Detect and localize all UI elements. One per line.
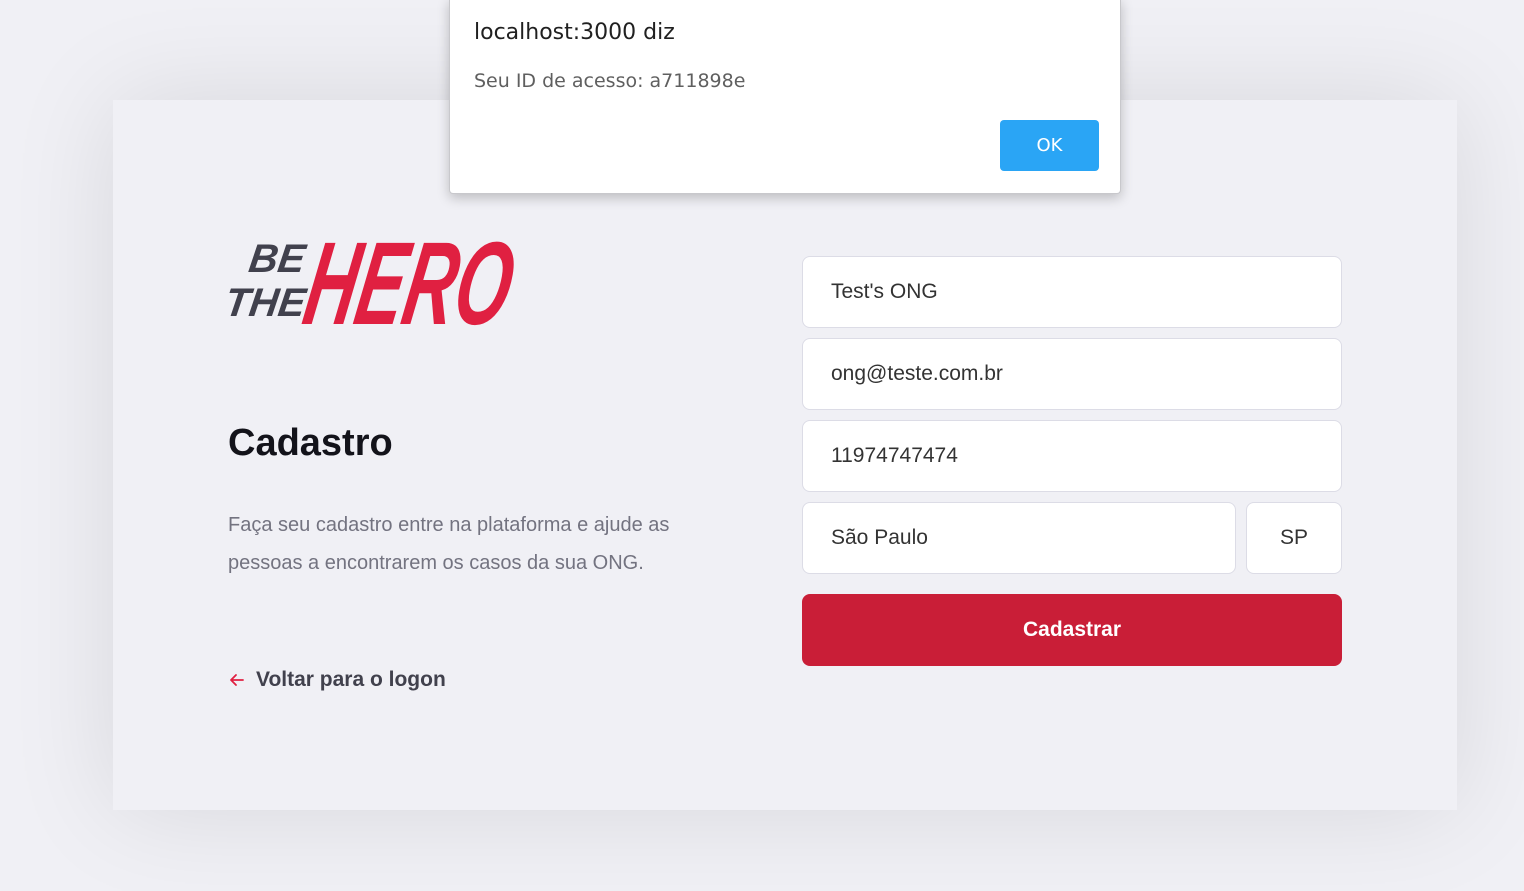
city-input[interactable] [802,502,1236,574]
back-to-logon-link[interactable]: Voltar para o logon [228,668,446,692]
location-group [802,502,1342,584]
alert-dialog: localhost:3000 diz Seu ID de acesso: a71… [449,0,1121,194]
logo-line-be: BE [246,236,309,281]
logo-line-the: THE [228,280,310,325]
register-button[interactable]: Cadastrar [802,594,1342,666]
dialog-message: Seu ID de acesso: a711898e [474,70,746,92]
ong-name-input[interactable] [802,256,1342,328]
whatsapp-input[interactable] [802,420,1342,492]
back-link-label: Voltar para o logon [256,668,446,691]
page-description: Faça seu cadastro entre na plataforma e … [228,514,670,574]
email-input[interactable] [802,338,1342,410]
arrow-left-icon [230,674,244,686]
dialog-ok-button[interactable]: OK [1000,120,1099,171]
logo-word-hero: HERO [296,218,524,344]
uf-input[interactable] [1246,502,1342,574]
register-card: BE THE HERO Cadastro Faça seu cadastro e… [113,100,1457,810]
register-form: Cadastrar [802,256,1342,666]
page-title: Cadastro [228,422,393,464]
be-the-hero-logo: BE THE HERO [228,218,524,344]
dialog-title: localhost:3000 diz [474,20,675,45]
